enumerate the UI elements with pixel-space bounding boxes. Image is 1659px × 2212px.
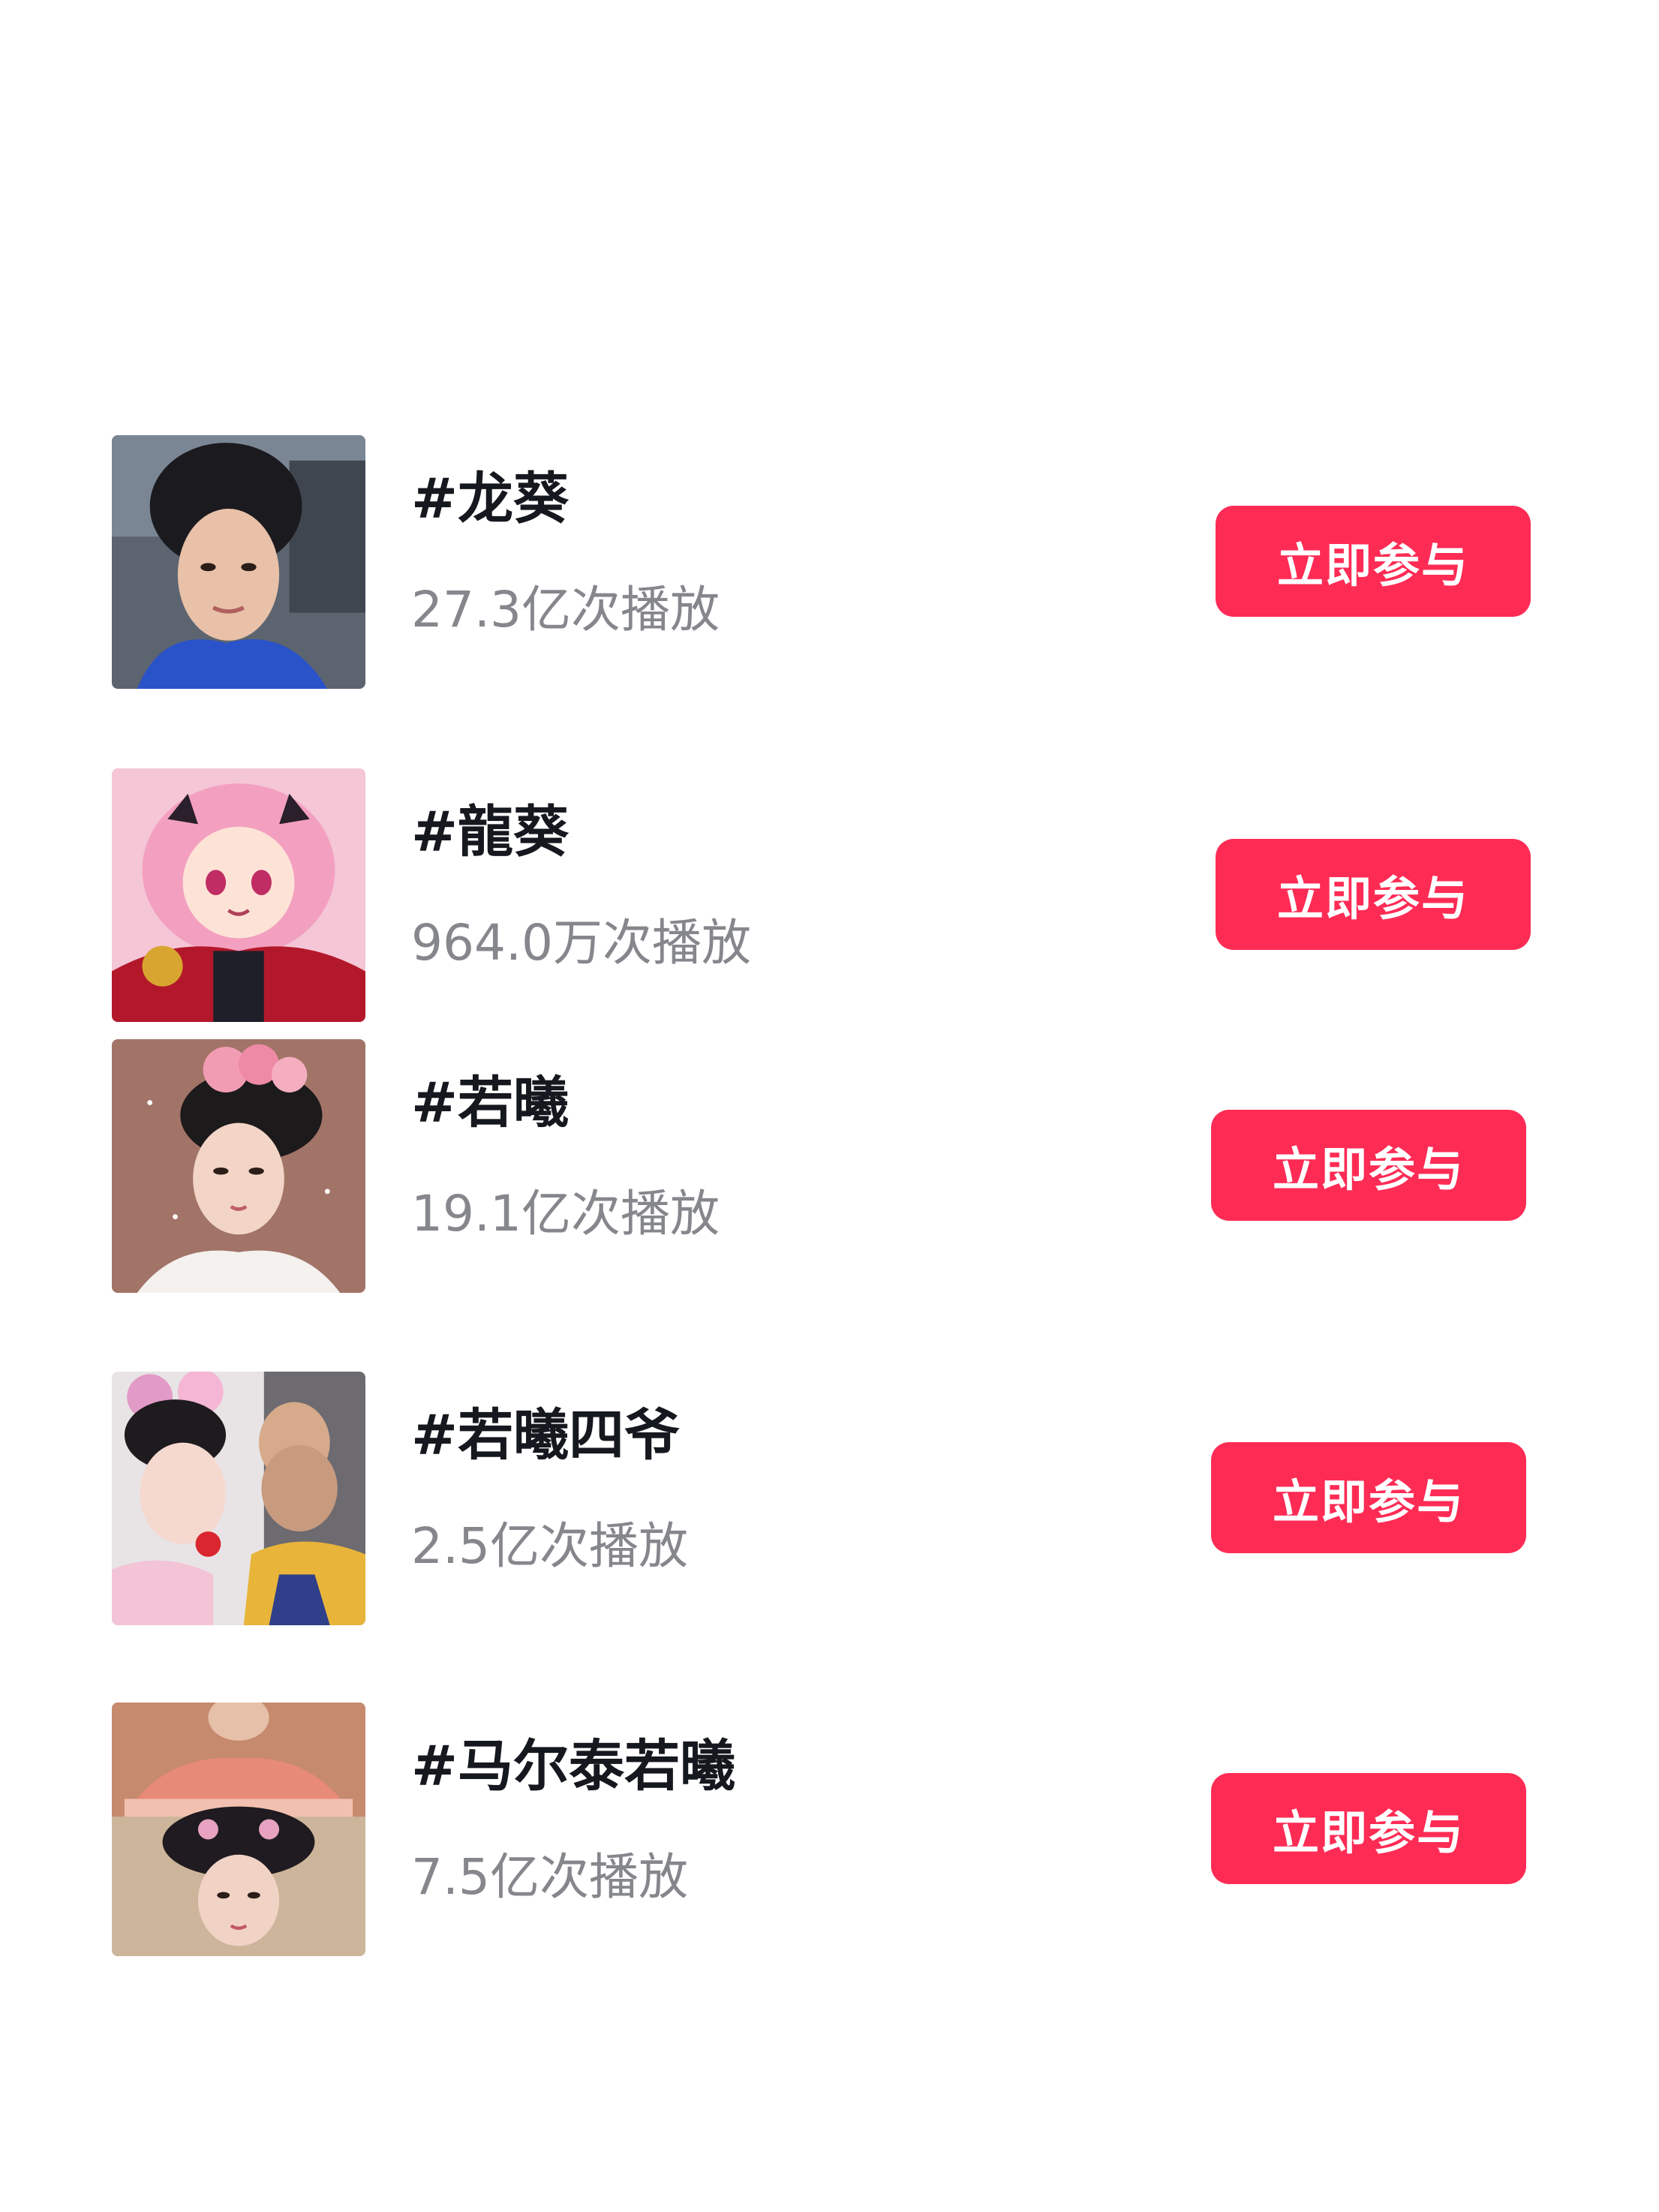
play-count: 7.5亿次播放: [411, 1848, 688, 1906]
topic-title[interactable]: #若曦: [411, 1075, 569, 1131]
couple-costume-image: [112, 1372, 365, 1625]
join-button[interactable]: 立即参与: [1211, 1110, 1526, 1221]
topic-title[interactable]: #龙葵: [411, 471, 569, 527]
join-button[interactable]: 立即参与: [1216, 506, 1531, 617]
topic-row[interactable]: #若曦 19.1亿次播放 立即参与: [0, 1039, 1659, 1293]
play-count: 2.5亿次播放: [411, 1517, 688, 1575]
play-count: 27.3亿次播放: [411, 581, 720, 639]
topic-thumbnail[interactable]: [112, 1703, 365, 1956]
topic-thumbnail[interactable]: [112, 1372, 365, 1625]
play-count: 19.1亿次播放: [411, 1185, 720, 1243]
topic-title[interactable]: #若曦四爷: [411, 1408, 680, 1463]
play-count: 964.0万次播放: [411, 914, 751, 972]
topic-title[interactable]: #马尔泰若曦: [411, 1739, 735, 1794]
topic-row[interactable]: #若曦四爷 2.5亿次播放 立即参与: [0, 1372, 1659, 1625]
anime-girl-image: [112, 768, 365, 1022]
court-costume-women-image: [112, 1703, 365, 1956]
topic-row[interactable]: #龍葵 964.0万次播放 立即参与: [0, 768, 1659, 1022]
topic-row[interactable]: #龙葵 27.3亿次播放 立即参与: [0, 435, 1659, 689]
topic-title[interactable]: #龍葵: [411, 804, 569, 860]
join-button[interactable]: 立即参与: [1211, 1773, 1526, 1884]
flower-headdress-woman-image: [112, 1039, 365, 1293]
woman-portrait-image: [112, 435, 365, 689]
join-button[interactable]: 立即参与: [1216, 839, 1531, 950]
topic-thumbnail[interactable]: [112, 768, 365, 1022]
join-button[interactable]: 立即参与: [1211, 1442, 1526, 1553]
topic-row[interactable]: #马尔泰若曦 7.5亿次播放 立即参与: [0, 1703, 1659, 1956]
topic-thumbnail[interactable]: [112, 1039, 365, 1293]
topic-thumbnail[interactable]: [112, 435, 365, 689]
